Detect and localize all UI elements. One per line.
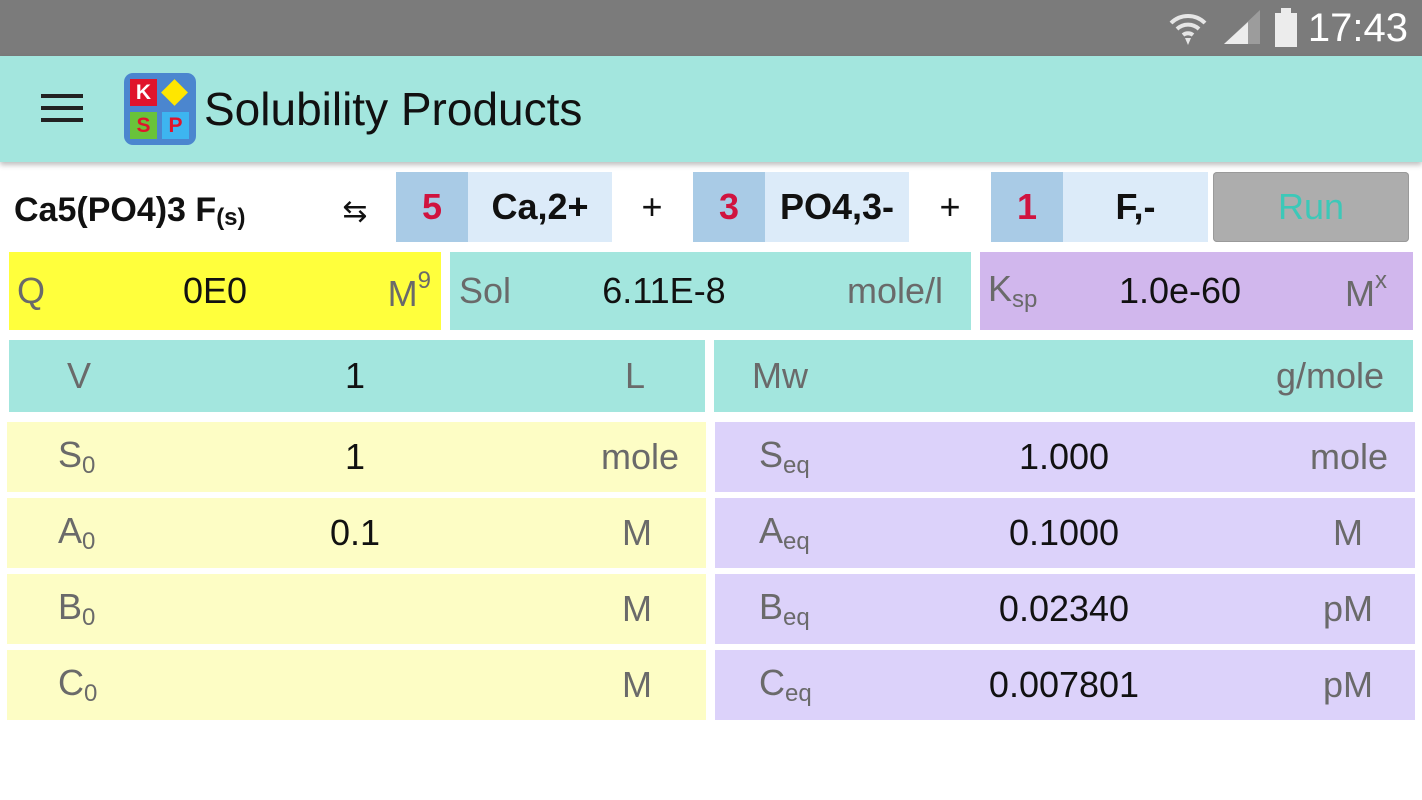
c0-label: C0	[58, 662, 98, 707]
aeq-unit: M	[1333, 512, 1363, 553]
compound-state: (s)	[216, 204, 246, 231]
menu-icon[interactable]	[30, 84, 94, 134]
seq-unit: mole	[1309, 436, 1388, 477]
ion-field-3[interactable]: F,-	[1063, 172, 1208, 242]
ceq-row: Ceq 0.007801 pM	[715, 650, 1415, 720]
clock: 17:43	[1307, 6, 1408, 50]
q-box: Q 0E0 M9	[9, 252, 441, 330]
volume-row[interactable]: V 1 L	[9, 340, 705, 412]
s0-unit: mole	[600, 436, 679, 477]
run-button[interactable]: Run	[1213, 172, 1409, 242]
b0-row[interactable]: B0 M	[7, 574, 706, 644]
wifi-icon	[1169, 13, 1207, 45]
sol-label: Sol	[459, 270, 512, 311]
ksp-box: Ksp 1.0e-60 Mx	[980, 252, 1413, 330]
mw-label: Mw	[752, 355, 808, 396]
plus-sign-2: +	[939, 186, 961, 227]
app-title: Solubility Products	[204, 83, 583, 135]
a0-row[interactable]: A0 0.1 M	[7, 498, 706, 568]
b0-label: B0	[58, 586, 96, 631]
volume-label: V	[67, 355, 92, 396]
ksp-label: Ksp	[988, 268, 1038, 313]
q-label: Q	[17, 270, 46, 311]
logo-tile-k: K	[130, 79, 157, 106]
ion-field-2[interactable]: PO4,3-	[765, 172, 909, 242]
logo-tile-p: P	[162, 112, 189, 139]
beq-unit: pM	[1322, 588, 1373, 629]
a0-unit: M	[622, 512, 652, 553]
ceq-value: 0.007801	[988, 664, 1140, 705]
sol-value: 6.11E-8	[602, 270, 726, 311]
c0-unit: M	[622, 664, 652, 705]
coef-field-1[interactable]: 5	[396, 172, 468, 242]
beq-row: Beq 0.02340 pM	[715, 574, 1415, 644]
beq-label: Beq	[759, 586, 810, 631]
sol-box: Sol 6.11E-8 mole/l	[450, 252, 971, 330]
compound-formula[interactable]: Ca5(PO4)3 F (s)	[14, 176, 246, 244]
logo-tile-diamond	[161, 79, 188, 106]
q-value: 0E0	[182, 270, 248, 311]
a0-value: 0.1	[329, 512, 381, 553]
aeq-row: Aeq 0.1000 M	[715, 498, 1415, 568]
seq-value: 1.000	[1018, 436, 1110, 477]
ion-field-1[interactable]: Ca,2+	[468, 172, 612, 242]
aeq-value: 0.1000	[1008, 512, 1120, 553]
coef-field-3[interactable]: 1	[991, 172, 1063, 242]
b0-unit: M	[622, 588, 652, 629]
c0-row[interactable]: C0 M	[7, 650, 706, 720]
ceq-unit: pM	[1322, 664, 1373, 705]
battery-icon	[1275, 8, 1297, 47]
s0-row[interactable]: S0 1 mole	[7, 422, 706, 492]
ksp-value: 1.0e-60	[1118, 270, 1242, 311]
status-bar: 17:43	[0, 0, 1422, 56]
sol-unit: mole/l	[846, 270, 943, 311]
a0-label: A0	[58, 510, 96, 555]
compound-name: Ca5(PO4)3 F	[14, 190, 217, 229]
beq-value: 0.02340	[998, 588, 1130, 629]
app-bar: K S P Solubility Products	[0, 56, 1422, 162]
mw-unit: g/mole	[1275, 355, 1384, 396]
aeq-label: Aeq	[759, 510, 810, 555]
signal-icon	[1224, 10, 1260, 44]
seq-row: Seq 1.000 mole	[715, 422, 1415, 492]
equilibrium-arrow: ⇆	[342, 194, 368, 228]
ksp-unit: Mx	[1345, 267, 1387, 314]
coef-field-2[interactable]: 3	[693, 172, 765, 242]
volume-unit: L	[624, 355, 645, 396]
s0-label: S0	[58, 434, 96, 479]
volume-value: 1	[344, 355, 366, 396]
app-logo: K S P	[124, 73, 196, 145]
ceq-label: Ceq	[759, 662, 812, 707]
plus-sign-1: +	[641, 186, 663, 227]
s0-value: 1	[344, 436, 366, 477]
mw-row[interactable]: Mw g/mole	[714, 340, 1413, 412]
q-unit: M9	[387, 267, 431, 314]
seq-label: Seq	[759, 434, 810, 479]
logo-tile-s: S	[130, 112, 157, 139]
